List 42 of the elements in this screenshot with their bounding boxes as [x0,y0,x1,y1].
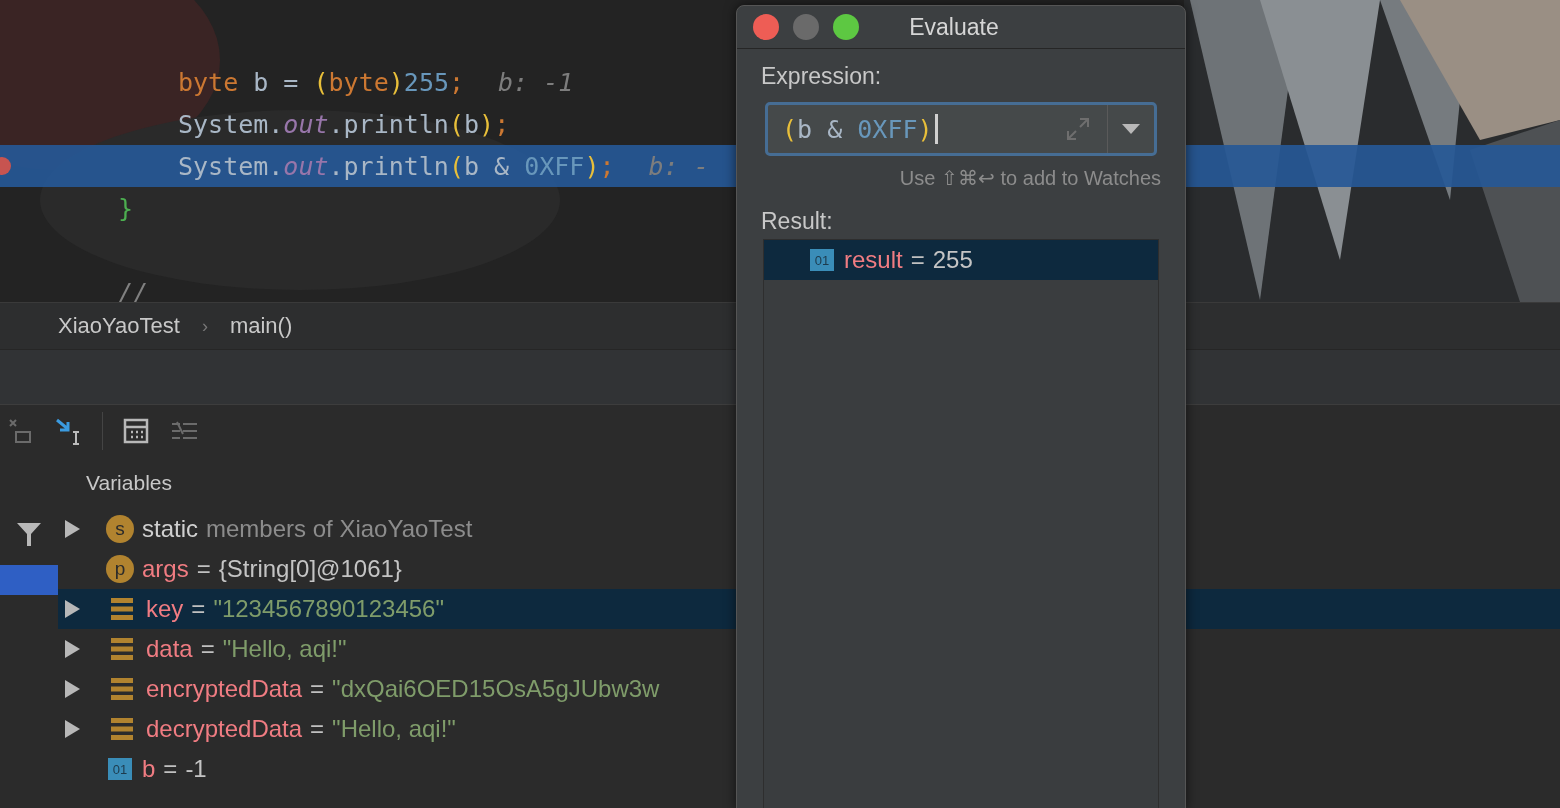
breadcrumb-separator: › [201,315,208,337]
code-line: System.out.println(b); [178,109,510,139]
variable-row[interactable]: 01 b = -1 [58,749,1560,789]
breadcrumb-item[interactable]: XiaoYaoTest [58,313,180,339]
inline-value-hint: b: - [648,151,709,181]
calculator-icon[interactable] [121,416,151,446]
inline-value-hint: b: -1 [498,67,574,97]
expression-label: Expression: [761,63,883,90]
frame-highlight [0,565,58,595]
result-label: Result: [761,208,834,235]
watches-hint: Use ⇧⌘↩ to add to Watches [899,166,1161,190]
expand-arrow-icon[interactable] [62,679,82,699]
variable-badge-icon: s [106,515,134,543]
code-line: // [118,277,149,302]
result-row[interactable]: 01 result = 255 [764,240,1158,280]
primitive-badge-icon: 01 [810,249,834,271]
code-line: } [118,193,134,223]
maximize-icon[interactable] [833,14,859,40]
variable-row[interactable]: decryptedData = "Hello, aqi!" [58,709,1560,749]
variables-title: Variables [85,470,173,496]
expand-arrow-icon[interactable] [62,719,82,739]
variable-row[interactable]: data = "Hello, aqi!" [58,629,1560,669]
breadcrumb-item[interactable]: main() [229,313,293,339]
variable-row[interactable]: encryptedData = "dxQai6OED15OsA5gJUbw3w [58,669,1560,709]
close-icon[interactable] [753,14,779,40]
filter-icon[interactable] [16,521,42,547]
field-icon [109,597,135,621]
variable-row[interactable]: s static members of XiaoYaoTest [58,509,1560,549]
code-line: System.out.println(b & 0XFF); [178,151,615,181]
expand-arrow-icon[interactable] [62,599,82,619]
expression-field[interactable]: (b & 0XFF) [765,102,1157,156]
primitive-badge-icon: 01 [108,758,132,780]
variable-badge-icon: p [106,555,134,583]
expand-arrow-icon[interactable] [62,639,82,659]
expand-arrow-icon[interactable] [62,519,82,539]
caret-icon [1122,124,1140,134]
field-icon [109,717,135,741]
code-line: byte b = (byte)255; [178,67,465,97]
field-icon [109,637,135,661]
variable-row[interactable]: p args = {String[0]@1061} [58,549,1560,589]
dialog-title: Evaluate [909,13,999,41]
field-icon [109,677,135,701]
